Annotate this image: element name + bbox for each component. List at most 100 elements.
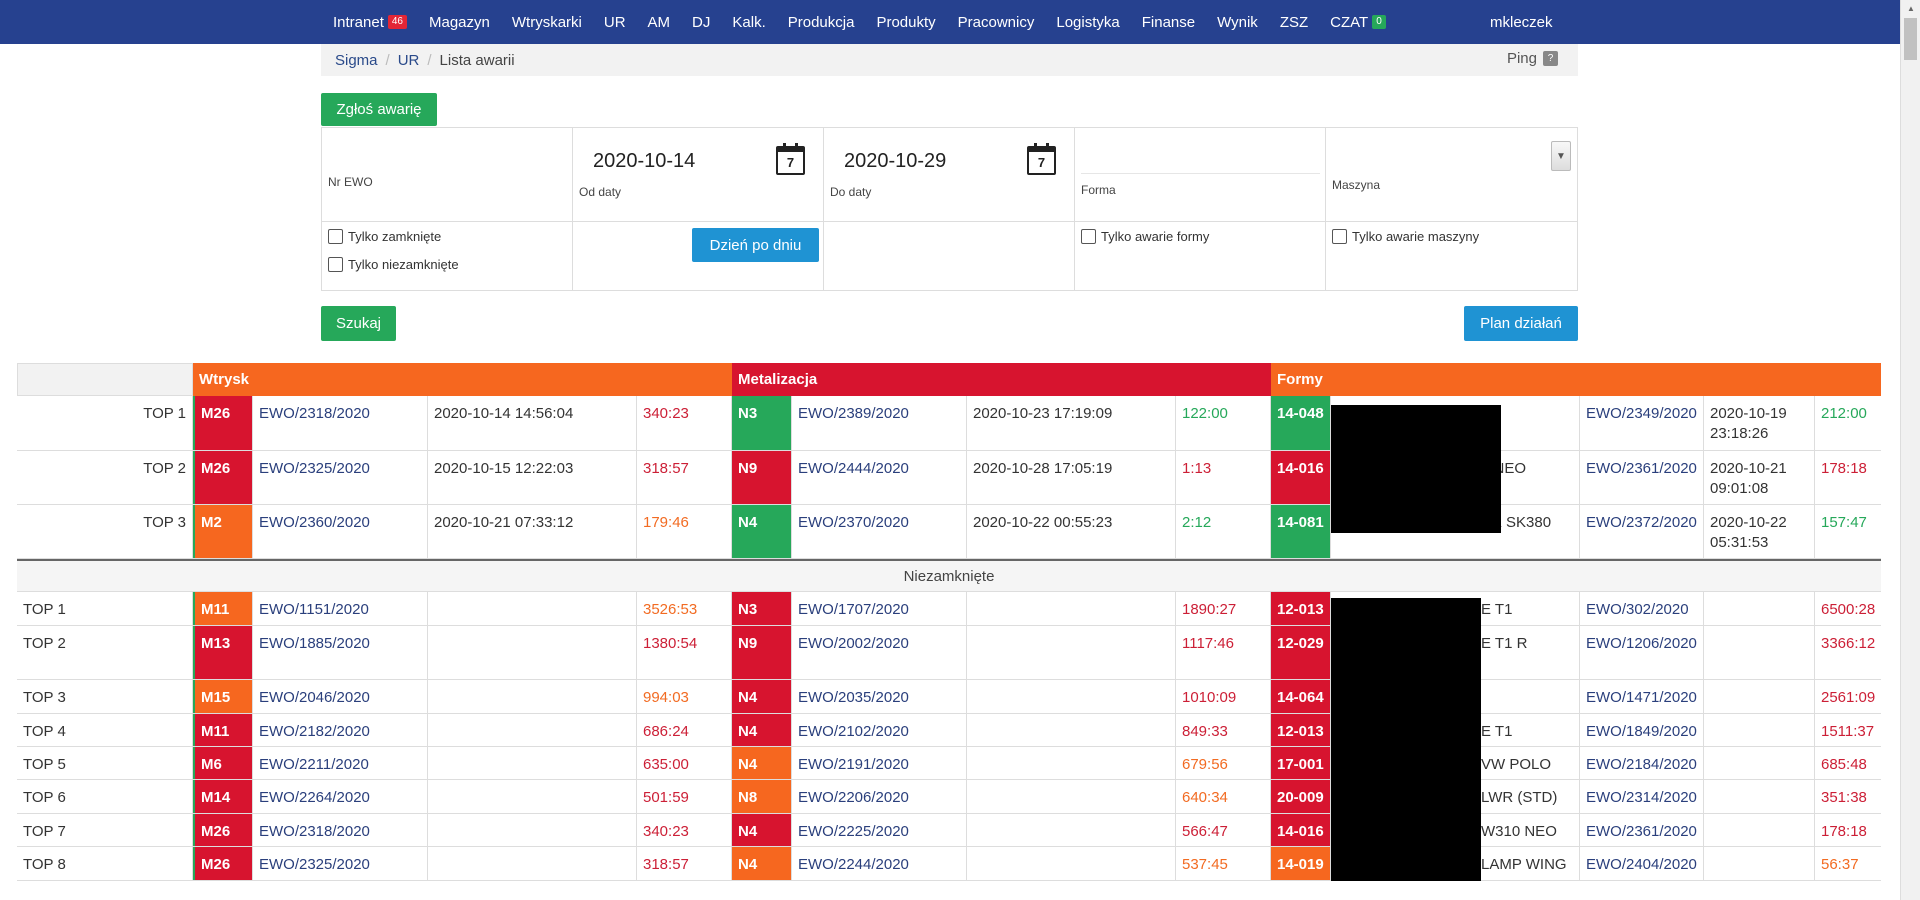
filter-to-date[interactable]: 2020-10-29 7 Do daty: [824, 128, 1075, 222]
ewo-link[interactable]: EWO/2314/2020: [1580, 780, 1704, 813]
nav-item-kalk[interactable]: Kalk.: [721, 0, 776, 44]
filter-from-date[interactable]: 2020-10-14 7 Od daty: [573, 128, 824, 222]
machine-code: N4: [732, 505, 792, 558]
nav-item-pracownicy[interactable]: Pracownicy: [947, 0, 1046, 44]
breadcrumb-ur[interactable]: UR: [398, 52, 420, 69]
nav-item-wynik[interactable]: Wynik: [1206, 0, 1269, 44]
machine-code: N4: [732, 714, 792, 746]
table-row: TOP 5 M6 EWO/2211/2020 635:00 N4 EWO/2191/202…: [17, 747, 1881, 780]
ewo-link[interactable]: EWO/2361/2020: [1580, 451, 1704, 504]
to-date-value[interactable]: 2020-10-29: [844, 150, 946, 173]
only-mold-checkbox[interactable]: Tylko awarie formy: [1081, 229, 1209, 244]
checkbox-box[interactable]: [1081, 229, 1096, 244]
ewo-link[interactable]: EWO/2361/2020: [1580, 814, 1704, 846]
filter-nr-ewo[interactable]: Nr EWO: [322, 128, 573, 222]
from-date-value[interactable]: 2020-10-14: [593, 150, 695, 173]
ewo-link[interactable]: EWO/2264/2020: [253, 780, 428, 813]
ewo-link[interactable]: EWO/1885/2020: [253, 626, 428, 679]
table-row: TOP 3 M15 EWO/2046/2020 994:03 N4 EWO/2035/20…: [17, 680, 1881, 714]
nav-item-ur[interactable]: UR: [593, 0, 637, 44]
mold-code: 20-009: [1271, 780, 1331, 813]
nav-item-magazyn[interactable]: Magazyn: [418, 0, 501, 44]
downtime: 318:57: [637, 847, 732, 880]
checkbox-box[interactable]: [328, 229, 343, 244]
machine-code: N4: [732, 814, 792, 846]
failure-date: [967, 780, 1176, 813]
ewo-link[interactable]: EWO/2002/2020: [792, 626, 967, 679]
ewo-link[interactable]: EWO/2370/2020: [792, 505, 967, 558]
ewo-link[interactable]: EWO/2360/2020: [253, 505, 428, 558]
ewo-link[interactable]: EWO/1471/2020: [1580, 680, 1704, 713]
ewo-link[interactable]: EWO/2404/2020: [1580, 847, 1704, 880]
nav-item-dj[interactable]: DJ: [681, 0, 721, 44]
ewo-link[interactable]: EWO/2325/2020: [253, 451, 428, 504]
ewo-link[interactable]: EWO/2035/2020: [792, 680, 967, 713]
ewo-link[interactable]: EWO/2349/2020: [1580, 396, 1704, 450]
nav-item-czat[interactable]: CZAT 0: [1319, 0, 1397, 44]
failure-date: [1704, 592, 1815, 625]
checkbox-box[interactable]: [1332, 229, 1347, 244]
calendar-icon[interactable]: 7: [776, 143, 805, 175]
ewo-link[interactable]: EWO/2389/2020: [792, 396, 967, 450]
machine-code: M26: [193, 847, 253, 880]
nav-item-am[interactable]: AM: [637, 0, 682, 44]
nav-item-intranet[interactable]: Intranet 46: [322, 0, 418, 44]
breadcrumb-sigma[interactable]: Sigma: [335, 52, 378, 69]
vertical-scrollbar[interactable]: ▲: [1900, 0, 1920, 900]
ewo-link[interactable]: EWO/2102/2020: [792, 714, 967, 746]
scroll-up-icon[interactable]: ▲: [1907, 4, 1915, 13]
table-row: TOP 4 M11 EWO/2182/2020 686:24 N4 EWO/2102/20…: [17, 714, 1881, 747]
action-plan-button[interactable]: Plan działań: [1464, 306, 1578, 341]
day-by-day-button[interactable]: Dzień po dniu: [692, 228, 819, 262]
mold-code: 14-016: [1271, 451, 1331, 504]
row-rank-label: TOP 3: [17, 680, 193, 713]
report-failure-button[interactable]: Zgłoś awarię: [321, 93, 437, 126]
ewo-link[interactable]: EWO/2444/2020: [792, 451, 967, 504]
only-closed-label: Tylko zamknięte: [348, 229, 442, 244]
filter-maszyna[interactable]: ▼ Maszyna: [1326, 128, 1578, 222]
nav-item-zsz[interactable]: ZSZ: [1269, 0, 1319, 44]
nav-item-produkcja[interactable]: Produkcja: [777, 0, 866, 44]
calendar-icon[interactable]: 7: [1027, 143, 1056, 175]
ewo-link[interactable]: EWO/2211/2020: [253, 747, 428, 779]
ewo-link[interactable]: EWO/2244/2020: [792, 847, 967, 880]
only-machine-checkbox[interactable]: Tylko awarie maszyny: [1332, 229, 1479, 244]
user-menu[interactable]: mkleczek: [1490, 0, 1553, 44]
ewo-link[interactable]: EWO/1849/2020: [1580, 714, 1704, 746]
ewo-link[interactable]: EWO/2191/2020: [792, 747, 967, 779]
ewo-link[interactable]: EWO/1206/2020: [1580, 626, 1704, 679]
nav-item-logistyka[interactable]: Logistyka: [1045, 0, 1130, 44]
search-button[interactable]: Szukaj: [321, 306, 396, 341]
nav-item-wtryskarki[interactable]: Wtryskarki: [501, 0, 593, 44]
ewo-link[interactable]: EWO/1707/2020: [792, 592, 967, 625]
ewo-link[interactable]: EWO/302/2020: [1580, 592, 1704, 625]
mold-code: 12-013: [1271, 714, 1331, 746]
ewo-link[interactable]: EWO/2184/2020: [1580, 747, 1704, 779]
help-icon[interactable]: ?: [1543, 51, 1558, 66]
failure-date: [1704, 847, 1815, 880]
ewo-link[interactable]: EWO/1151/2020: [253, 592, 428, 625]
chevron-down-icon[interactable]: ▼: [1551, 141, 1571, 171]
ewo-link[interactable]: EWO/2225/2020: [792, 814, 967, 846]
ewo-link[interactable]: EWO/2372/2020: [1580, 505, 1704, 558]
ewo-link[interactable]: EWO/2318/2020: [253, 396, 428, 450]
filter-forma[interactable]: Forma: [1075, 128, 1326, 222]
row-rank-label: TOP 8: [17, 847, 193, 880]
mold-code: 14-016: [1271, 814, 1331, 846]
row-rank-label: TOP 2: [17, 451, 193, 504]
ewo-link[interactable]: EWO/2325/2020: [253, 847, 428, 880]
checkbox-box[interactable]: [328, 257, 343, 272]
only-open-checkbox[interactable]: Tylko niezamknięte: [328, 257, 459, 272]
failure-date: [428, 814, 637, 846]
ewo-link[interactable]: EWO/2318/2020: [253, 814, 428, 846]
scroll-thumb[interactable]: [1904, 18, 1917, 60]
machine-code: N4: [732, 747, 792, 779]
nav-badge: 46: [387, 15, 407, 29]
nav-item-produkty[interactable]: Produkty: [865, 0, 946, 44]
redacted-block: [1331, 405, 1501, 451]
nav-item-finanse[interactable]: Finanse: [1131, 0, 1206, 44]
ewo-link[interactable]: EWO/2182/2020: [253, 714, 428, 746]
ewo-link[interactable]: EWO/2046/2020: [253, 680, 428, 713]
ewo-link[interactable]: EWO/2206/2020: [792, 780, 967, 813]
only-closed-checkbox[interactable]: Tylko zamknięte: [328, 229, 441, 244]
